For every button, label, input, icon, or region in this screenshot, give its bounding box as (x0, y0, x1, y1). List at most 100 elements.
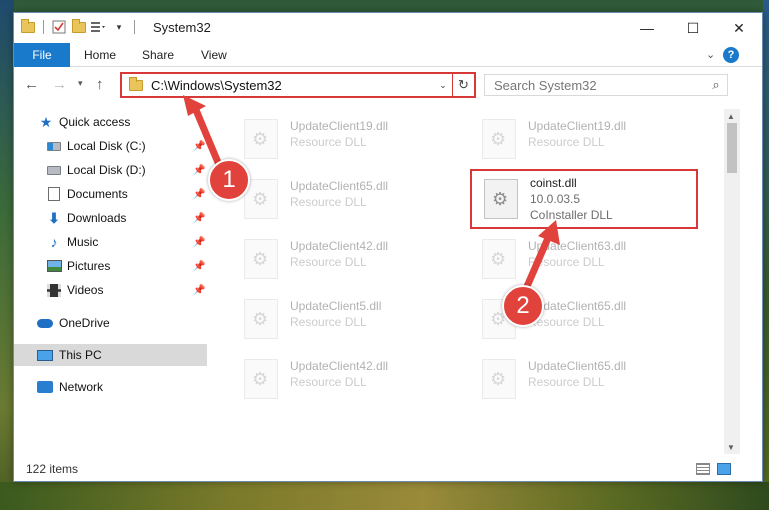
navigation-bar: ← → ▾ ↑ C:\Windows\System32 ⌄ ↻ ⌕ (14, 68, 762, 102)
help-icon[interactable]: ? (723, 47, 739, 63)
quick-access-toolbar: ▾ (20, 18, 138, 35)
sidebar-item-documents[interactable]: Documents 📌 (14, 183, 207, 205)
dll-file-icon (244, 119, 278, 159)
new-folder-icon[interactable] (71, 18, 87, 35)
file-item[interactable]: UpdateClient63.dll Resource DLL (470, 233, 700, 285)
music-icon: ♪ (50, 234, 58, 250)
pin-icon[interactable]: 📌 (193, 261, 205, 272)
sidebar-item-pictures[interactable]: Pictures 📌 (14, 255, 207, 277)
file-name: coinst.dll (530, 176, 577, 190)
sidebar-item-this-pc[interactable]: This PC (14, 344, 207, 366)
chevron-down-icon[interactable]: ▾ (111, 19, 127, 35)
dll-file-icon (244, 299, 278, 339)
sidebar-item-onedrive[interactable]: OneDrive (14, 312, 207, 334)
file-name: UpdateClient65.dll (290, 179, 389, 193)
computer-icon (37, 348, 53, 362)
recent-locations-button[interactable]: ▾ (78, 78, 83, 89)
vertical-scrollbar[interactable]: ▲ ▼ (724, 109, 740, 454)
scroll-down-icon[interactable]: ▼ (727, 443, 735, 452)
sidebar-item-label: Videos (67, 283, 104, 297)
toolbar-separator (134, 20, 135, 34)
dll-file-icon (482, 239, 516, 279)
desktop-background-left (0, 0, 14, 510)
maximize-button[interactable]: ☐ (670, 13, 716, 43)
sidebar-item-label: OneDrive (59, 316, 110, 330)
file-item[interactable]: UpdateClient65.dll Resource DLL (232, 173, 462, 225)
file-item[interactable]: UpdateClient42.dll Resource DLL (232, 233, 462, 285)
title-bar: ▾ System32 — ☐ ✕ (14, 13, 762, 43)
file-type: Resource DLL (290, 135, 367, 149)
details-view-icon[interactable] (696, 463, 710, 475)
file-type: Resource DLL (528, 135, 605, 149)
sidebar-item-music[interactable]: ♪ Music 📌 (14, 231, 207, 253)
sidebar-item-local-disk-c[interactable]: Local Disk (C:) 📌 (14, 135, 207, 157)
pin-icon[interactable]: 📌 (193, 285, 205, 296)
dll-file-icon (482, 119, 516, 159)
close-button[interactable]: ✕ (716, 13, 762, 43)
refresh-button[interactable]: ↻ (452, 74, 474, 96)
folder-icon (20, 18, 36, 35)
search-icon[interactable]: ⌕ (705, 77, 727, 93)
file-type: Resource DLL (528, 255, 605, 269)
file-name: UpdateClient19.dll (290, 119, 389, 133)
file-type: Resource DLL (528, 375, 605, 389)
cloud-icon (37, 316, 53, 330)
coinst-dll-file-item[interactable]: coinst.dll 10.0.03.5 CoInstaller DLL (470, 169, 698, 229)
large-icons-view-icon[interactable] (717, 463, 731, 475)
desktop-background-bottom (0, 482, 769, 510)
window-title: System32 (153, 20, 211, 35)
step-1-badge: 1 (208, 159, 250, 201)
file-name: UpdateClient5.dll (290, 299, 382, 313)
search-box[interactable]: ⌕ (484, 74, 728, 96)
tab-file[interactable]: File (14, 43, 70, 67)
back-button[interactable]: ← (24, 76, 39, 93)
pin-icon[interactable]: 📌 (193, 141, 205, 152)
scroll-up-icon[interactable]: ▲ (727, 112, 735, 121)
ribbon-tabs: File Home Share View ⌄ ? (14, 43, 762, 67)
dll-file-icon (244, 239, 278, 279)
step-2-badge: 2 (502, 285, 544, 327)
file-item[interactable]: UpdateClient5.dll Resource DLL (232, 293, 462, 345)
file-description: CoInstaller DLL (530, 208, 613, 222)
sidebar-item-network[interactable]: Network (14, 376, 207, 398)
videos-icon (46, 283, 62, 297)
pin-icon[interactable]: 📌 (193, 237, 205, 248)
pin-icon[interactable]: 📌 (193, 213, 205, 224)
up-button[interactable]: ↑ (96, 76, 104, 93)
address-path[interactable]: C:\Windows\System32 (151, 78, 434, 93)
tab-view[interactable]: View (201, 43, 227, 67)
file-type: Resource DLL (290, 375, 367, 389)
file-list: UpdateClient19.dll Resource DLL UpdateCl… (222, 109, 722, 454)
file-type: Resource DLL (290, 315, 367, 329)
file-item[interactable]: UpdateClient19.dll Resource DLL (470, 113, 700, 165)
properties-icon[interactable] (51, 19, 67, 35)
expand-ribbon-icon[interactable]: ⌄ (706, 48, 715, 61)
file-type: Resource DLL (290, 195, 367, 209)
address-dropdown-icon[interactable]: ⌄ (434, 80, 452, 91)
navigation-pane: ★ Quick access Local Disk (C:) 📌 Local D… (14, 109, 207, 454)
search-input[interactable] (485, 77, 705, 93)
file-type: Resource DLL (290, 255, 367, 269)
sidebar-item-downloads[interactable]: ⬇ Downloads 📌 (14, 207, 207, 229)
scrollbar-thumb[interactable] (727, 123, 737, 173)
file-item[interactable]: UpdateClient19.dll Resource DLL (232, 113, 462, 165)
sidebar-item-label: Downloads (67, 211, 127, 225)
minimize-button[interactable]: — (624, 13, 670, 43)
address-bar[interactable]: C:\Windows\System32 ⌄ ↻ (120, 72, 476, 98)
pin-icon[interactable]: 📌 (193, 189, 205, 200)
sidebar-item-local-disk-d[interactable]: Local Disk (D:) 📌 (14, 159, 207, 181)
sidebar-item-label: Local Disk (D:) (67, 163, 146, 177)
customize-toolbar-icon[interactable] (91, 19, 107, 35)
sidebar-item-quick-access[interactable]: ★ Quick access (14, 111, 207, 133)
file-item[interactable]: UpdateClient42.dll Resource DLL (232, 353, 462, 405)
item-count: 122 items (26, 462, 79, 476)
sidebar-item-videos[interactable]: Videos 📌 (14, 279, 207, 301)
file-item[interactable]: UpdateClient65.dll Resource DLL (470, 353, 700, 405)
forward-button[interactable]: → (52, 76, 67, 93)
tab-share[interactable]: Share (142, 43, 174, 67)
pin-icon[interactable]: 📌 (193, 165, 205, 176)
tab-home[interactable]: Home (84, 43, 116, 67)
dll-file-icon (484, 179, 518, 219)
network-icon (37, 380, 53, 394)
folder-icon (129, 76, 143, 91)
